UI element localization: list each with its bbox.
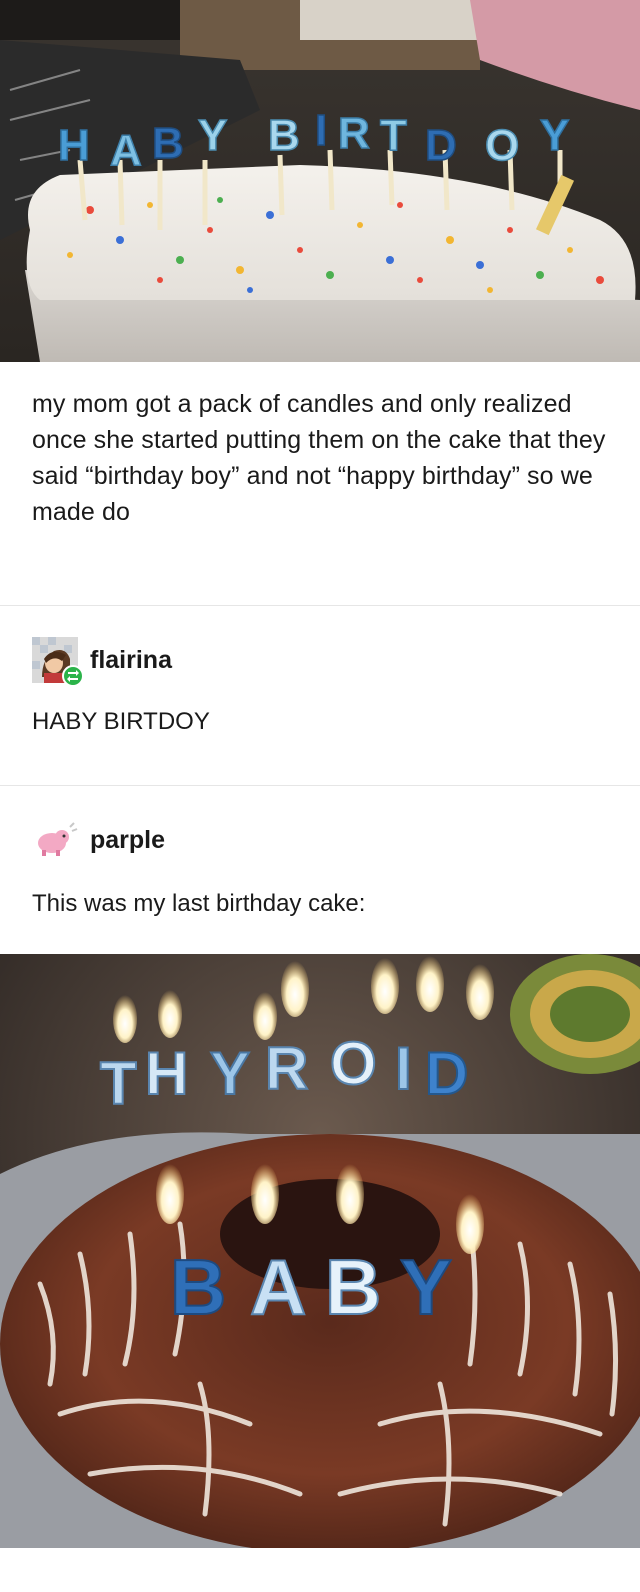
reblog-text: This was my last birthday cake: (32, 890, 366, 917)
svg-text:Y: Y (198, 111, 227, 160)
svg-text:D: D (425, 121, 457, 170)
svg-text:A: A (250, 1243, 306, 1331)
username[interactable]: flairina (90, 646, 172, 675)
svg-text:R: R (338, 109, 370, 158)
reblog-text: HABY BIRTDOY (32, 708, 210, 735)
svg-text:H: H (145, 1040, 188, 1107)
svg-text:Y: Y (540, 111, 569, 160)
cake-photo-top-image: H A B Y B I R T D O Y (0, 0, 640, 362)
post-text: my mom got a pack of candles and only re… (32, 390, 606, 526)
reblog-header: flairina (32, 606, 608, 687)
svg-text:T: T (100, 1050, 137, 1117)
svg-text:B: B (152, 119, 184, 168)
cake-photo-bottom: T H Y R O I D B A B Y (0, 954, 640, 1548)
reblog-icon (62, 665, 84, 687)
svg-text:B: B (325, 1243, 381, 1331)
svg-text:Y: Y (400, 1243, 452, 1331)
svg-text:H: H (58, 121, 90, 170)
cake-photo-top: H A B Y B I R T D O Y (0, 0, 640, 362)
avatar-image (32, 817, 78, 863)
svg-text:R: R (265, 1035, 308, 1102)
svg-text:I: I (395, 1035, 412, 1102)
svg-text:O: O (330, 1030, 377, 1097)
svg-text:D: D (425, 1040, 468, 1107)
svg-text:T: T (380, 111, 407, 160)
reblog-entry: flairina HABY BIRTDOY (0, 606, 640, 786)
svg-text:B: B (268, 111, 300, 160)
username[interactable]: parple (90, 826, 165, 855)
svg-text:O: O (485, 121, 519, 170)
avatar[interactable] (32, 637, 84, 687)
svg-text:B: B (170, 1243, 226, 1331)
reblog-header: parple (32, 786, 608, 864)
post-body: my mom got a pack of candles and only re… (0, 362, 640, 606)
avatar[interactable] (32, 817, 78, 863)
svg-text:A: A (110, 126, 142, 175)
reblog-entry: parple This was my last birthday cake: (0, 786, 640, 954)
svg-text:I: I (315, 106, 327, 155)
svg-text:Y: Y (210, 1040, 250, 1107)
cake-photo-bottom-image: T H Y R O I D B A B Y (0, 954, 640, 1548)
